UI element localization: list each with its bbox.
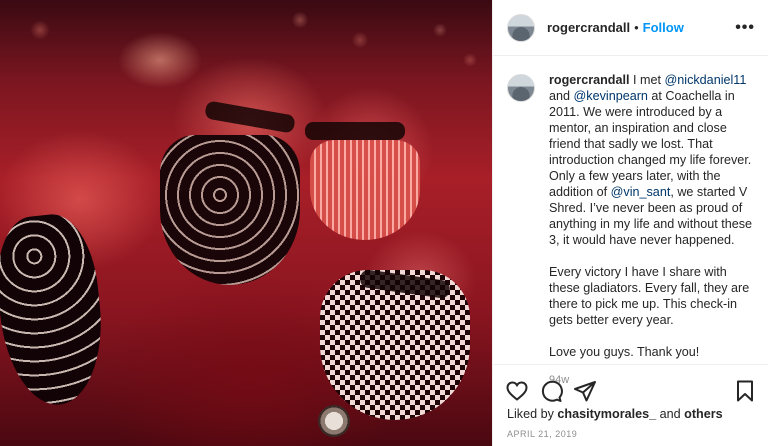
bandana-mask-center: [160, 135, 300, 285]
bookmark-icon[interactable]: [733, 379, 757, 403]
caption-username[interactable]: rogercrandall: [549, 73, 630, 87]
post-header: rogercrandall • Follow •••: [493, 0, 768, 56]
liked-by-prefix: Liked by: [507, 407, 558, 421]
separator-dot: •: [634, 20, 639, 35]
post-date[interactable]: APRIL 21, 2019: [507, 429, 577, 439]
mention-link[interactable]: @nickdaniel11: [665, 73, 747, 87]
bandana-mask-left: [0, 210, 110, 410]
liked-by-user[interactable]: chasitymorales_: [557, 407, 656, 421]
caption: rogercrandall I met @nickdaniel11 and @k…: [507, 72, 759, 388]
caption-body: rogercrandall I met @nickdaniel11 and @k…: [549, 72, 759, 388]
liked-by-others[interactable]: others: [684, 407, 723, 421]
post-photo[interactable]: [0, 0, 492, 446]
caption-text: I met: [629, 73, 665, 87]
face-mask-right: [310, 140, 420, 240]
sunglasses-right: [305, 122, 405, 140]
follow-button[interactable]: Follow: [643, 20, 684, 35]
liked-by: Liked by chasitymorales_ and others: [507, 407, 723, 421]
caption-paragraph-4: Love you guys. Thank you!: [549, 345, 700, 359]
crowd-background: [0, 0, 492, 90]
avatar[interactable]: [507, 13, 535, 42]
mention-link[interactable]: @kevinpearn: [574, 89, 648, 103]
wristwatch: [318, 405, 350, 437]
caption-paragraph-1: rogercrandall I met @nickdaniel11 and @k…: [549, 72, 759, 168]
caption-text: and: [549, 89, 574, 103]
sunglasses-center: [204, 100, 296, 134]
post-side-panel: rogercrandall • Follow ••• rogercrandall…: [492, 0, 768, 446]
mention-link[interactable]: @vin_sant: [611, 185, 671, 199]
heart-icon[interactable]: [505, 379, 529, 403]
action-bar: Liked by chasitymorales_ and others APRI…: [493, 364, 768, 446]
header-username[interactable]: rogercrandall: [547, 20, 630, 35]
caption-paragraph-2: Only a few years later, with the additio…: [549, 168, 759, 248]
more-icon[interactable]: •••: [735, 19, 755, 37]
comment-icon[interactable]: [539, 379, 563, 403]
action-icons: [505, 379, 757, 403]
caption-paragraph-3: Every victory I have I share with these …: [549, 265, 750, 327]
share-icon[interactable]: [573, 379, 597, 403]
caption-avatar[interactable]: [507, 74, 535, 102]
liked-by-mid: and: [656, 407, 685, 421]
